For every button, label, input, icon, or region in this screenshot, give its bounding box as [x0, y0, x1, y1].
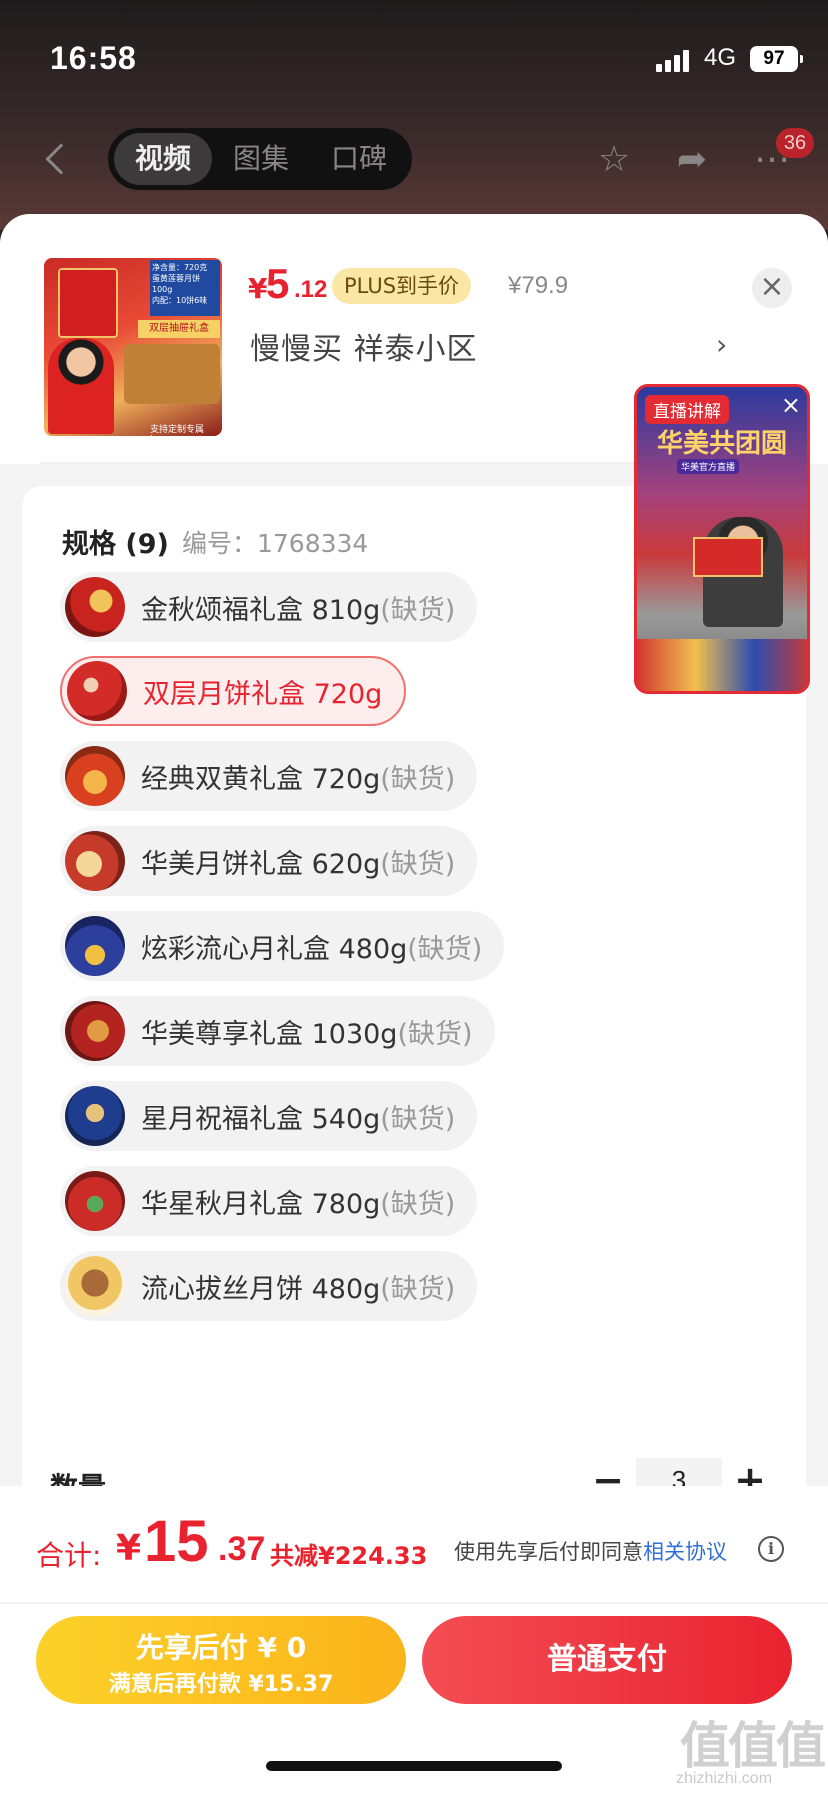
spec-thumb: [65, 1171, 125, 1231]
price-decimal: .12: [294, 276, 328, 303]
live-tag: 直播讲解: [645, 395, 729, 424]
spec-option-name: 炫彩流心月礼盒 480g: [141, 933, 408, 965]
spec-thumb: [65, 1001, 125, 1061]
spec-option[interactable]: 流心拔丝月饼 480g (缺货): [60, 1251, 478, 1321]
share-icon[interactable]: ➦: [670, 138, 714, 182]
price-integer: 5: [266, 260, 290, 307]
spec-thumb: [65, 1086, 125, 1146]
watermark: 值值值: [680, 1717, 826, 1775]
close-icon[interactable]: ×: [781, 393, 801, 417]
spec-option-stock: (缺货): [380, 1103, 456, 1135]
thumb-gift-box: [58, 268, 118, 338]
spec-thumb: [65, 746, 125, 806]
spec-code: 编号：1768334: [182, 529, 369, 558]
chevron-right-icon[interactable]: ›: [716, 328, 727, 361]
watermark-url: zhizhizhi.com: [676, 1770, 773, 1787]
pay-later-button[interactable]: 先享后付 ¥ 0 满意后再付款 ¥15.37: [36, 1616, 406, 1704]
agreement-link[interactable]: 相关协议: [643, 1540, 727, 1564]
spec-option-stock: (缺货): [380, 848, 456, 880]
spec-thumb: [67, 661, 127, 721]
star-icon[interactable]: ☆: [592, 138, 636, 182]
thumb-spec-tag: 净含量：720克 蛋黄莲蓉月饼100g 内配：10饼6味: [150, 260, 220, 316]
status-time: 16:58: [50, 40, 137, 76]
close-icon: ×: [759, 269, 785, 304]
network-label: 4G: [704, 44, 737, 71]
battery-icon: 97: [750, 46, 803, 72]
live-gift-box: [693, 537, 763, 577]
thumb-mooncakes: [124, 344, 220, 404]
thumb-person: [48, 338, 114, 434]
agreement-prefix: 使用先享后付即同意: [454, 1540, 643, 1564]
thumb-banner: 双层抽屉礼盒: [138, 320, 220, 338]
spec-option-name: 华星秋月礼盒 780g: [141, 1188, 381, 1220]
total-currency: ¥: [116, 1528, 142, 1569]
back-chevron-icon[interactable]: [45, 143, 77, 175]
status-bar: 16:58 4G 97: [0, 0, 828, 120]
spec-option-name: 华美尊享礼盒 1030g: [141, 1018, 398, 1050]
spec-option[interactable]: 华美月饼礼盒 620g (缺货): [60, 826, 478, 896]
agreement-text: 使用先享后付即同意相关协议: [454, 1536, 727, 1566]
spec-option-name: 金秋颂福礼盒 810g: [141, 594, 381, 626]
spec-option-name: 经典双黄礼盒 720g: [141, 763, 381, 795]
checkout-bar: 合计: ¥ 15 .37 共减¥224.33 使用先享后付即同意相关协议 i 先…: [0, 1486, 828, 1793]
tab-video[interactable]: 视频: [114, 133, 212, 185]
pay-later-sublabel: 满意后再付款 ¥15.37: [108, 1672, 334, 1697]
nav-bar: 视频 图集 口碑 ☆ ➦ ⋯ 36: [0, 120, 828, 200]
home-indicator[interactable]: [266, 1761, 562, 1771]
spec-thumb: [65, 1256, 125, 1316]
signal-icon: [656, 50, 692, 72]
media-tab-group: 视频 图集 口碑: [108, 128, 412, 190]
spec-title: 规格 (9): [62, 529, 169, 560]
spec-option-stock: (缺货): [397, 1018, 473, 1050]
live-title: 华美共团圆: [657, 429, 788, 459]
spec-thumb: [65, 831, 125, 891]
thumb-footer: 支持定制专属logo: [150, 425, 205, 436]
spec-option[interactable]: 经典双黄礼盒 720g (缺货): [60, 741, 478, 811]
spec-option-stock: (缺货): [380, 594, 456, 626]
thumb-tag-line: 内配：10饼6味: [152, 296, 208, 305]
spec-option[interactable]: 华美尊享礼盒 1030g (缺货): [60, 996, 495, 1066]
spec-option-stock: (缺货): [407, 933, 483, 965]
spec-thumb: [65, 577, 125, 637]
spec-option[interactable]: 金秋颂福礼盒 810g (缺货): [60, 572, 478, 642]
thumb-tag-line: 蛋黄莲蓉月饼100g: [152, 274, 200, 294]
spec-option[interactable]: 华星秋月礼盒 780g (缺货): [60, 1166, 478, 1236]
live-products: [637, 639, 807, 691]
total-decimal: .37: [218, 1530, 266, 1568]
discount-amount: 共减¥224.33: [270, 1542, 428, 1570]
tab-reviews[interactable]: 口碑: [310, 133, 408, 185]
live-video-window[interactable]: 华美共团圆 华美官方直播 直播讲解 ×: [634, 384, 810, 694]
spec-option-name: 星月祝福礼盒 540g: [141, 1103, 381, 1135]
spec-option-name: 华美月饼礼盒 620g: [141, 848, 381, 880]
close-button[interactable]: ×: [752, 268, 792, 308]
pay-later-label: 先享后付 ¥ 0: [135, 1631, 307, 1664]
divider: [0, 1602, 828, 1604]
notification-badge: 36: [776, 128, 814, 158]
spec-option[interactable]: 星月祝福礼盒 540g (缺货): [60, 1081, 478, 1151]
delivery-address[interactable]: 慢慢买 祥泰小区: [250, 324, 478, 368]
spec-option-name: 流心拔丝月饼 480g: [141, 1273, 381, 1305]
spec-option-selected[interactable]: 双层月饼礼盒 720g: [60, 656, 407, 726]
spec-option[interactable]: 炫彩流心月礼盒 480g (缺货): [60, 911, 505, 981]
total-label: 合计:: [36, 1539, 102, 1572]
price-currency: ¥: [248, 272, 268, 305]
spec-option-stock: (缺货): [380, 763, 456, 795]
plus-price-badge: PLUS到手价: [332, 268, 472, 304]
live-subtitle: 华美官方直播: [677, 459, 740, 474]
thumb-tag-line: 净含量：720克: [152, 263, 208, 272]
tab-gallery[interactable]: 图集: [212, 133, 310, 185]
product-thumbnail: 净含量：720克 蛋黄莲蓉月饼100g 内配：10饼6味 双层抽屉礼盒 支持定制…: [44, 258, 222, 436]
spec-thumb: [65, 916, 125, 976]
original-price: ¥79.9: [508, 272, 569, 299]
total-integer: 15: [144, 1509, 209, 1574]
normal-pay-button[interactable]: 普通支付: [422, 1616, 792, 1704]
spec-option-stock: (缺货): [380, 1188, 456, 1220]
info-icon[interactable]: i: [758, 1536, 784, 1562]
spec-option-name: 双层月饼礼盒 720g: [143, 678, 383, 710]
spec-option-stock: (缺货): [380, 1273, 456, 1305]
